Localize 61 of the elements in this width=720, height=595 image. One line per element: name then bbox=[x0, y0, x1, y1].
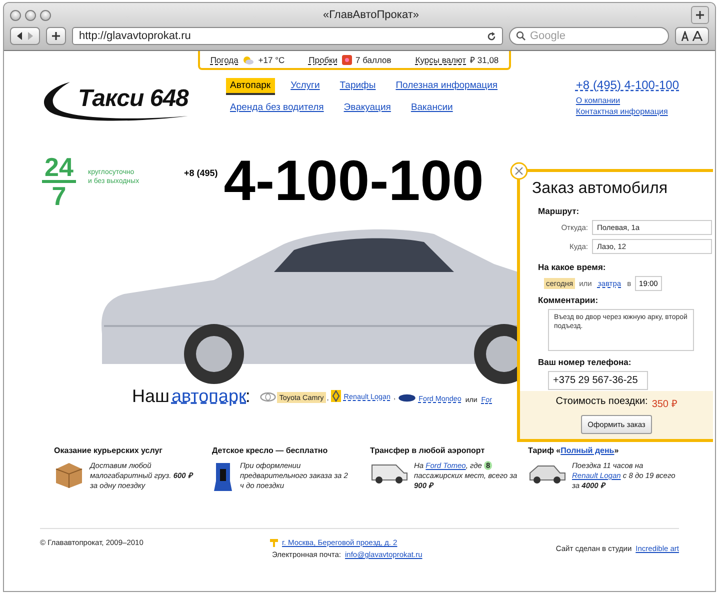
order-title: Заказ автомобиля bbox=[532, 180, 669, 198]
phone-label: Ваш номер телефона: bbox=[538, 357, 632, 367]
header-phone[interactable]: +8 (495) 4-100-100 bbox=[576, 78, 679, 92]
service-title: Детское кресло — бесплатно bbox=[212, 446, 329, 455]
info-link[interactable]: Пробки bbox=[308, 54, 338, 64]
nav-link[interactable]: Автопарк bbox=[226, 78, 275, 95]
new-tab-button[interactable] bbox=[691, 6, 709, 24]
car-logo-icon bbox=[260, 392, 276, 402]
back-forward-button[interactable] bbox=[10, 27, 40, 45]
reload-icon[interactable] bbox=[487, 32, 496, 40]
header-link[interactable]: Контактная информация bbox=[576, 107, 679, 116]
window-control[interactable] bbox=[25, 10, 36, 20]
colon-text: : bbox=[245, 386, 250, 407]
info-value: 7 баллов bbox=[356, 54, 392, 64]
nav-link[interactable]: Аренда без водителя bbox=[226, 100, 328, 115]
nav-link[interactable]: Эвакуация bbox=[340, 100, 395, 115]
phone-prefix: +8 (495) bbox=[184, 168, 218, 178]
car-logo-icon bbox=[330, 390, 341, 402]
cost-value: 350 ₽ bbox=[652, 398, 678, 410]
nav-link[interactable]: Вакансии bbox=[406, 100, 457, 115]
traffic-icon bbox=[342, 54, 352, 64]
close-icon[interactable] bbox=[510, 162, 528, 180]
nav-link[interactable]: Тарифы bbox=[336, 78, 380, 95]
text-size-icon bbox=[681, 31, 703, 41]
time-label: На какое время: bbox=[538, 262, 607, 272]
search-icon bbox=[516, 31, 526, 41]
address-field[interactable]: http://glavavtoprokat.ru bbox=[72, 27, 503, 45]
nav-link[interactable]: Полезная информация bbox=[392, 78, 502, 95]
nav-link[interactable]: Услуги bbox=[286, 78, 324, 95]
child-seat-icon bbox=[212, 461, 234, 493]
route-label: Маршрут: bbox=[538, 206, 580, 216]
badge-number: 7 bbox=[52, 184, 66, 208]
phone-field[interactable]: +375 29 567-36-25 bbox=[548, 371, 648, 390]
window-control[interactable] bbox=[10, 10, 21, 20]
plus-icon bbox=[696, 11, 704, 19]
info-value: +17 °C bbox=[258, 54, 285, 64]
window-title: «ГлавАвтоПрокат» bbox=[322, 9, 420, 21]
info-link[interactable]: Курсы валют bbox=[415, 54, 466, 64]
fraction-bar bbox=[42, 180, 76, 182]
info-value: ₽ 31,08 bbox=[470, 54, 499, 65]
logo-text: Такси 648 bbox=[78, 85, 188, 113]
box-icon bbox=[54, 461, 84, 489]
sun-cloud-icon bbox=[242, 54, 254, 64]
fleet-title: Наш bbox=[132, 386, 170, 407]
text-size-button[interactable] bbox=[675, 27, 709, 45]
phone-number: 4-100-100 bbox=[224, 148, 484, 214]
service-title: Оказание курьерских услуг bbox=[54, 446, 164, 455]
fleet-link[interactable]: автопарк bbox=[171, 386, 246, 407]
car-logo-icon bbox=[398, 394, 416, 402]
header-link[interactable]: О компании bbox=[576, 96, 679, 105]
window-control[interactable] bbox=[40, 10, 51, 20]
badge-number: 24 bbox=[44, 154, 74, 178]
service-title: Трансфер в любой аэропорт bbox=[370, 446, 486, 455]
service-title: Тариф «Полный день» bbox=[528, 446, 620, 455]
comment-label: Комментарии: bbox=[538, 295, 600, 305]
info-link[interactable]: Погода bbox=[210, 54, 238, 64]
add-bookmark-button[interactable] bbox=[46, 27, 66, 45]
plus-icon bbox=[52, 32, 60, 40]
text-link[interactable]: Полный день bbox=[560, 446, 614, 455]
cost-label: Стоимость поездки: bbox=[556, 396, 648, 409]
arrows-icon bbox=[16, 32, 34, 40]
